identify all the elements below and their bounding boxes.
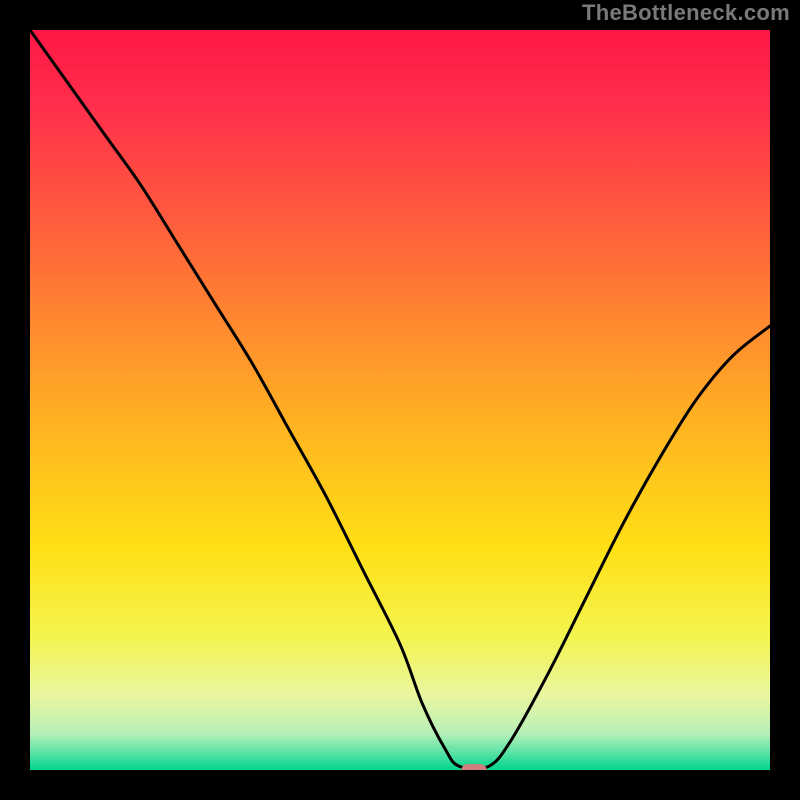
plot-area <box>30 30 770 770</box>
gradient-background <box>30 30 770 770</box>
bottleneck-chart <box>30 30 770 770</box>
optimum-marker <box>461 764 486 770</box>
chart-frame: TheBottleneck.com <box>0 0 800 800</box>
watermark-text: TheBottleneck.com <box>582 0 790 26</box>
